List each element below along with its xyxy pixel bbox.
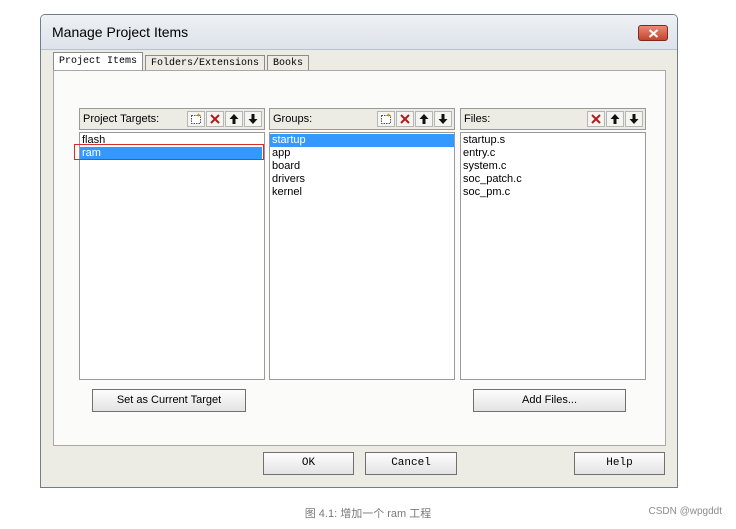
list-item-file[interactable]: soc_patch.c <box>461 173 645 186</box>
arrow-down-icon <box>629 114 639 124</box>
delete-group-button[interactable] <box>396 111 414 127</box>
files-toolbar <box>586 111 643 127</box>
manage-project-items-dialog: Manage Project Items Project Items Folde… <box>40 14 678 488</box>
groups-column: Groups: startup app board drivers kernel <box>269 108 455 380</box>
groups-list[interactable]: startup app board drivers kernel <box>269 132 455 380</box>
list-item-target-ram[interactable]: ram <box>74 144 264 160</box>
list-item-group-drivers[interactable]: drivers <box>270 173 454 186</box>
highlight-box <box>74 144 264 160</box>
cancel-button[interactable]: Cancel <box>365 452 457 475</box>
watermark: CSDN @wpgddt <box>648 506 722 517</box>
move-target-down-button[interactable] <box>244 111 262 127</box>
files-list[interactable]: startup.s entry.c system.c soc_patch.c s… <box>460 132 646 380</box>
ok-button[interactable]: OK <box>263 452 354 475</box>
project-targets-column: Project Targets: flash ram <box>74 108 265 380</box>
targets-toolbar <box>186 111 262 127</box>
delete-target-button[interactable] <box>206 111 224 127</box>
list-item-file[interactable]: startup.s <box>461 134 645 147</box>
arrow-up-icon <box>229 114 239 124</box>
project-targets-header: Project Targets: <box>79 108 265 130</box>
project-targets-label: Project Targets: <box>83 113 160 125</box>
project-targets-list[interactable]: flash ram <box>74 132 265 380</box>
arrow-down-icon <box>438 114 448 124</box>
delete-file-button[interactable] <box>587 111 605 127</box>
tab-books[interactable]: Books <box>267 55 310 71</box>
files-label: Files: <box>464 113 491 125</box>
move-file-up-button[interactable] <box>606 111 624 127</box>
list-item-group-startup[interactable]: startup <box>270 134 454 147</box>
list-item-target-flash[interactable]: flash <box>80 134 264 147</box>
delete-x-icon <box>591 114 601 124</box>
list-item-group-app[interactable]: app <box>270 147 454 160</box>
list-item-file[interactable]: soc_pm.c <box>461 186 645 199</box>
delete-x-icon <box>210 114 220 124</box>
groups-toolbar <box>376 111 452 127</box>
tab-project-items[interactable]: Project Items <box>53 52 144 71</box>
groups-label: Groups: <box>273 113 313 125</box>
groups-header: Groups: <box>269 108 455 130</box>
close-icon <box>648 28 658 38</box>
files-header: Files: <box>460 108 646 130</box>
move-file-down-button[interactable] <box>625 111 643 127</box>
arrow-down-icon <box>248 114 258 124</box>
tab-panel: Project Targets: flash ram Groups: start… <box>53 70 666 446</box>
arrow-up-icon <box>610 114 620 124</box>
help-button[interactable]: Help <box>574 452 665 475</box>
add-files-button[interactable]: Add Files... <box>473 389 626 412</box>
close-button[interactable] <box>638 25 668 41</box>
new-target-button[interactable] <box>187 111 205 127</box>
move-group-up-button[interactable] <box>415 111 433 127</box>
target-ram-label: ram <box>82 147 101 159</box>
new-item-icon <box>191 113 201 124</box>
new-group-button[interactable] <box>377 111 395 127</box>
figure-caption: 图 4.1: 增加一个 ram 工程 <box>304 508 432 520</box>
arrow-up-icon <box>419 114 429 124</box>
list-item-file[interactable]: system.c <box>461 160 645 173</box>
list-item-group-kernel[interactable]: kernel <box>270 186 454 199</box>
window-title: Manage Project Items <box>52 24 189 40</box>
title-bar[interactable]: Manage Project Items <box>41 15 677 50</box>
tab-strip: Project Items Folders/Extensions Books <box>53 51 311 71</box>
move-target-up-button[interactable] <box>225 111 243 127</box>
list-item-group-board[interactable]: board <box>270 160 454 173</box>
set-as-current-target-button[interactable]: Set as Current Target <box>92 389 246 412</box>
move-group-down-button[interactable] <box>434 111 452 127</box>
files-column: Files: startup.s entry.c system.c soc_pa… <box>460 108 646 380</box>
list-item-file[interactable]: entry.c <box>461 147 645 160</box>
new-item-icon <box>381 113 391 124</box>
tab-folders-extensions[interactable]: Folders/Extensions <box>145 55 266 71</box>
delete-x-icon <box>400 114 410 124</box>
